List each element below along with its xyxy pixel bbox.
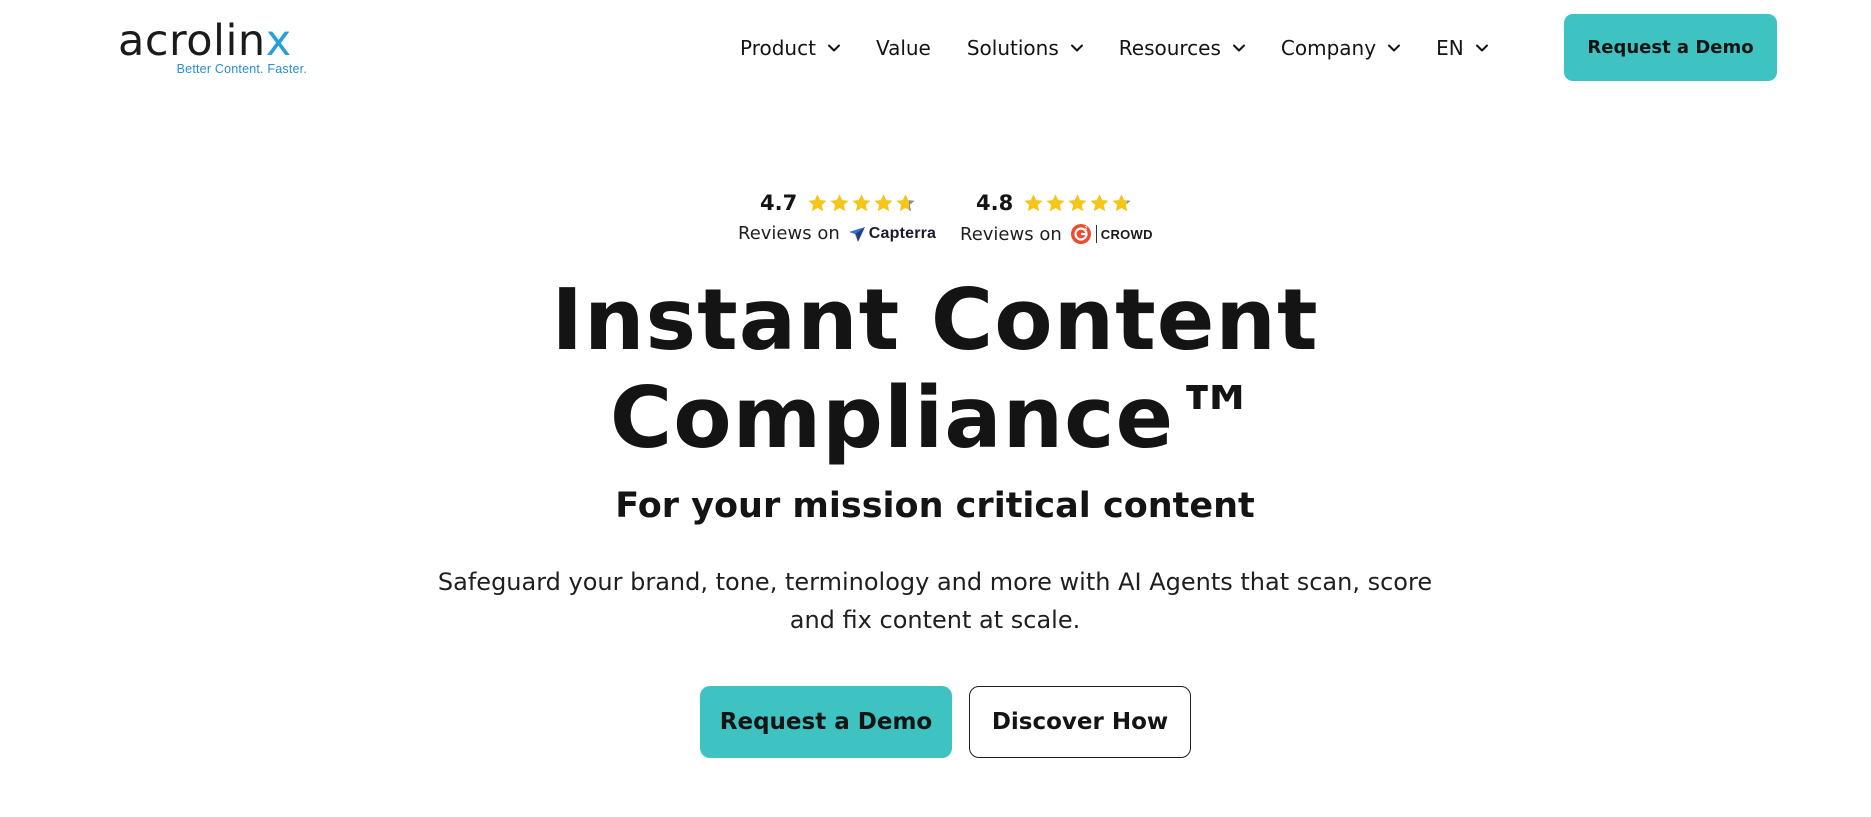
star-full-icon <box>807 193 828 214</box>
star-full-icon <box>1067 193 1088 214</box>
hero-description-line2: and fix content at scale. <box>789 606 1081 634</box>
star-rating <box>1023 193 1133 214</box>
hero-description: Safeguard your brand, tone, terminology … <box>435 563 1435 639</box>
hero-description-line1: Safeguard your brand, tone, terminology … <box>437 568 1433 596</box>
star-full-icon <box>1045 193 1066 214</box>
nav-item-product[interactable]: Product <box>740 36 842 60</box>
hero-request-demo-button[interactable]: Request a Demo <box>700 686 952 758</box>
main-nav: Product Value Solutions Resources Compan… <box>740 30 1490 66</box>
language-selector[interactable]: EN <box>1436 36 1490 60</box>
nav-item-label: Company <box>1280 36 1377 60</box>
site-header: acrolinx Better Content. Faster. Product… <box>0 0 1871 100</box>
rating-score: 4.7 <box>760 191 798 215</box>
language-label: EN <box>1436 36 1464 60</box>
hero-title: Instant Content Compliance™ <box>435 272 1435 468</box>
rating-source: Reviews on Capterra <box>738 223 936 244</box>
nav-item-label: Resources <box>1118 36 1221 60</box>
chevron-down-icon <box>1231 40 1247 56</box>
chevron-down-icon <box>1069 40 1085 56</box>
hero-title-line1: Instant Content <box>551 271 1319 370</box>
nav-item-solutions[interactable]: Solutions <box>967 36 1085 60</box>
g2-divider <box>1095 225 1097 243</box>
g2-crowd-wordmark: CROWD <box>1100 226 1153 242</box>
g2-icon: 2 <box>1070 223 1092 245</box>
nav-item-resources[interactable]: Resources <box>1119 36 1247 60</box>
capterra-rating[interactable]: 4.7 Reviews on Capterra <box>738 188 936 258</box>
hero-cta-row: Request a Demo Discover How <box>0 686 1871 758</box>
capterra-icon <box>848 225 866 243</box>
star-full-icon <box>829 193 850 214</box>
star-full-icon <box>873 193 894 214</box>
rating-score-row: 4.7 <box>760 188 917 218</box>
rating-score: 4.8 <box>976 191 1014 215</box>
rating-source: Reviews on 2 CROWD <box>960 223 1153 245</box>
g2-rating[interactable]: 4.8 Reviews on 2 CROWD <box>960 188 1152 258</box>
reviews-on-label: Reviews on <box>960 223 1062 245</box>
chevron-down-icon <box>1386 40 1402 56</box>
g2-brand: 2 CROWD <box>1070 223 1153 245</box>
star-rating <box>807 193 917 214</box>
hero-subtitle: For your mission critical content <box>615 486 1255 526</box>
nav-item-label: Product <box>740 36 816 60</box>
rating-score-row: 4.8 <box>976 188 1133 218</box>
logo-tagline: Better Content. Faster. <box>176 62 307 76</box>
nav-item-label: Value <box>875 36 931 60</box>
star-full-icon <box>1089 193 1110 214</box>
discover-how-button[interactable]: Discover How <box>969 686 1191 758</box>
header-request-demo-button[interactable]: Request a Demo <box>1564 14 1777 81</box>
hero-title-line2: Compliance™ <box>609 369 1261 468</box>
capterra-wordmark: Capterra <box>868 224 937 242</box>
star-partial-icon <box>1111 193 1132 214</box>
star-full-icon <box>851 193 872 214</box>
acrolinx-logo[interactable]: acrolinx Better Content. Faster. <box>118 16 318 82</box>
chevron-down-icon <box>826 40 842 56</box>
reviews-on-label: Reviews on <box>738 223 840 244</box>
svg-text:2: 2 <box>1084 226 1087 232</box>
capterra-brand: Capterra <box>848 225 936 243</box>
nav-item-company[interactable]: Company <box>1281 36 1402 60</box>
star-full-icon <box>1023 193 1044 214</box>
nav-item-value[interactable]: Value <box>876 36 931 60</box>
chevron-down-icon <box>1474 40 1490 56</box>
nav-item-label: Solutions <box>966 36 1059 60</box>
star-partial-icon <box>895 193 916 214</box>
logo-wordmark: acrolinx <box>118 16 292 66</box>
